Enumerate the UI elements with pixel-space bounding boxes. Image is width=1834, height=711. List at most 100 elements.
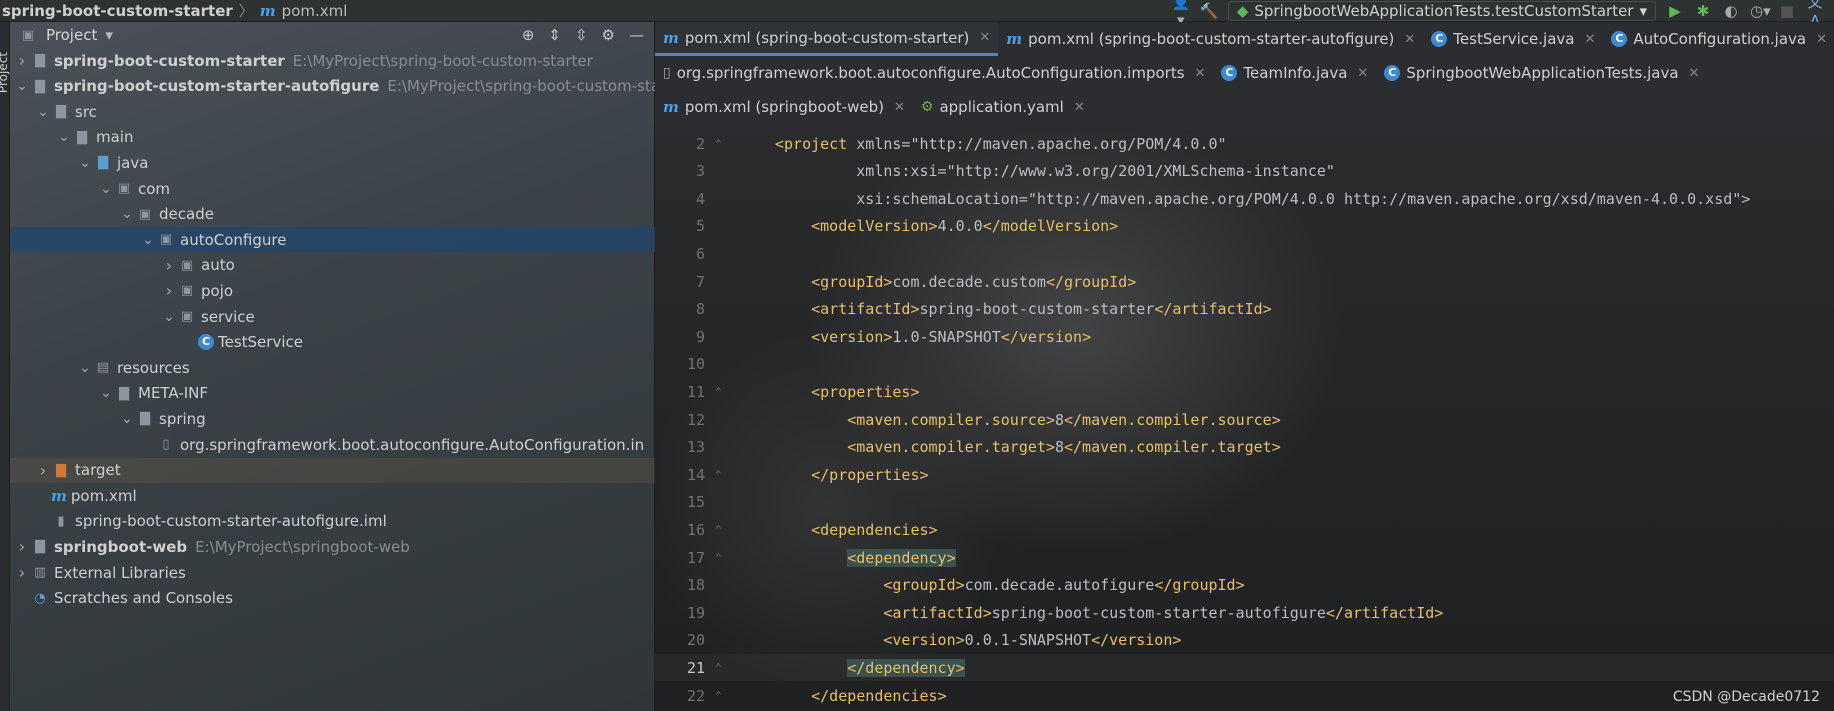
code-line: 5 <modelVersion>4.0.0</modelVersion> xyxy=(655,213,1834,240)
tree-item[interactable]: › ▇ spring-boot-custom-starter E:\MyProject… xyxy=(10,48,655,73)
close-icon[interactable]: ✕ xyxy=(1357,66,1368,81)
tree-item[interactable]: › ▥ External Libraries xyxy=(10,560,655,585)
chevron-right-icon[interactable]: › xyxy=(14,537,30,556)
line-number: 4 xyxy=(695,189,705,208)
tree-item[interactable]: › ▣ pojo xyxy=(10,278,655,303)
editor-tab[interactable]: C TestService.java ✕ xyxy=(1423,22,1603,56)
stop-icon[interactable]: ■ xyxy=(1778,2,1796,20)
editor-tab[interactable]: m pom.xml (spring-boot-custom-starter-aut… xyxy=(998,22,1423,56)
tree-item[interactable]: ⌄ ▣ autoConfigure xyxy=(10,227,655,253)
debug-icon[interactable]: ✱ xyxy=(1694,2,1712,20)
project-panel: ▣ Project ▾ ⊕ ⇕ ⇳ ⚙ — › ▇ spring-boot-cust… xyxy=(10,22,655,711)
editor-tab-row-3: m pom.xml (springboot-web) ✕ ⚙ application.y… xyxy=(655,90,1093,124)
tree-item-label: service xyxy=(201,307,255,326)
run-icon[interactable]: ▶ xyxy=(1666,2,1684,20)
tree-item-label: main xyxy=(96,128,134,147)
tree-item[interactable]: ⌄ ▇ spring-boot-custom-starter-autofigure E… xyxy=(10,74,655,99)
line-number: 11 xyxy=(686,382,705,401)
close-icon[interactable]: ✕ xyxy=(1195,66,1206,81)
tree-item[interactable]: ⌄ ▇ main xyxy=(10,125,655,150)
code-line: 3 xmlns:xsi="http://www.w3.org/2001/XMLS… xyxy=(655,158,1834,185)
tree-item-label: target xyxy=(75,461,121,480)
build-hammer-icon[interactable]: 🔨 xyxy=(1200,2,1219,20)
tree-item[interactable]: C TestService xyxy=(10,330,655,355)
profile-icon[interactable]: ◷▾ xyxy=(1750,2,1771,20)
tree-item[interactable]: ⌄ ▣ service xyxy=(10,304,655,329)
gear-icon[interactable]: ⚙ xyxy=(602,26,615,44)
chevron-down-icon[interactable]: ⌄ xyxy=(77,155,93,171)
locate-icon[interactable]: ⊕ xyxy=(522,26,535,44)
chevron-right-icon[interactable]: › xyxy=(161,281,177,300)
breadcrumb-project[interactable]: spring-boot-custom-starter xyxy=(2,2,233,20)
tree-item[interactable]: › ▇ target xyxy=(10,457,655,483)
tree-item[interactable]: ⌄ ▇ java xyxy=(10,150,655,175)
close-icon[interactable]: ✕ xyxy=(1584,32,1595,47)
tree-item[interactable]: ⌄ ▣ decade xyxy=(10,202,655,227)
editor-tab[interactable]: m pom.xml (spring-boot-custom-starter) ✕ xyxy=(655,22,999,56)
tree-item-label: java xyxy=(117,153,149,172)
expand-all-icon[interactable]: ⇕ xyxy=(548,26,561,44)
tree-item[interactable]: ▮ spring-boot-custom-starter-autofigure.i… xyxy=(10,509,655,534)
close-icon[interactable]: ✕ xyxy=(1816,32,1827,47)
gutter: ⌃ xyxy=(715,385,722,399)
chevron-down-icon[interactable]: ▾ xyxy=(105,26,113,44)
package-icon: ▣ xyxy=(180,283,194,299)
code-text: <maven.compiler.target>8</maven.compiler… xyxy=(847,438,1281,457)
chevron-right-icon[interactable]: › xyxy=(161,256,177,275)
chevron-right-icon[interactable]: › xyxy=(14,563,30,582)
breadcrumb-file[interactable]: pom.xml xyxy=(282,2,348,20)
tree-item[interactable]: ▯ org.springframework.boot.autoconfigure.… xyxy=(10,432,655,457)
chevron-right-icon[interactable]: › xyxy=(14,51,30,70)
project-tool-window-button[interactable]: Project xyxy=(0,52,10,93)
editor-tab[interactable]: ⚙ application.yaml ✕ xyxy=(913,90,1093,124)
tree-item[interactable]: › ▣ auto xyxy=(10,253,655,278)
breadcrumb-separator-icon: 〉 xyxy=(238,2,254,20)
chevron-down-icon[interactable]: ⌄ xyxy=(140,232,156,248)
chevron-down-icon[interactable]: ⌄ xyxy=(98,385,114,401)
chevron-down-icon[interactable]: ⌄ xyxy=(77,360,93,376)
tree-item[interactable]: ⌄ ▣ com xyxy=(10,176,655,201)
chevron-down-icon[interactable]: ⌄ xyxy=(119,411,135,427)
editor-tab-label: TestService.java xyxy=(1453,30,1575,48)
editor-tab[interactable]: m pom.xml (springboot-web) ✕ xyxy=(655,90,913,124)
chevron-down-icon[interactable]: ⌄ xyxy=(35,104,51,120)
code-editor[interactable]: 2 ⌃ <project xmlns="http://maven.apache.or… xyxy=(655,130,1834,711)
close-icon[interactable]: ✕ xyxy=(1404,32,1415,47)
code-line: 11 ⌃ <properties> xyxy=(655,378,1834,405)
libraries-icon: ▥ xyxy=(33,565,47,580)
run-configuration-select[interactable]: ◆ SpringbootWebApplicationTests.testCust… xyxy=(1227,0,1656,21)
minimize-icon[interactable]: — xyxy=(629,26,644,44)
chevron-right-icon[interactable]: › xyxy=(35,461,51,480)
coverage-icon[interactable]: ◐ xyxy=(1722,2,1740,20)
project-panel-title[interactable]: Project xyxy=(46,26,97,44)
chevron-down-icon[interactable]: ⌄ xyxy=(98,181,114,197)
editor-tab[interactable]: C SpringbootWebApplicationTests.java ✕ xyxy=(1376,56,1707,90)
editor-tab[interactable]: C TeamInfo.java ✕ xyxy=(1213,56,1376,90)
line-number: 21 xyxy=(686,658,705,677)
close-icon[interactable]: ✕ xyxy=(894,100,905,115)
iml-file-icon: ▮ xyxy=(57,513,65,529)
tree-item[interactable]: ◔ Scratches and Consoles xyxy=(10,586,655,611)
line-number: 18 xyxy=(686,576,705,595)
file-icon: ▯ xyxy=(663,65,671,81)
close-icon[interactable]: ✕ xyxy=(1689,66,1700,81)
editor-tab[interactable]: ▯ org.springframework.boot.autoconfigure.… xyxy=(655,56,1213,90)
code-line: 18 <groupId>com.decade.autofigure</group… xyxy=(655,572,1834,599)
chevron-down-icon[interactable]: ⌄ xyxy=(14,78,30,94)
tree-item-path: E:\MyProject\spring-boot-custom-start xyxy=(387,77,655,96)
chevron-down-icon[interactable]: ⌄ xyxy=(56,129,72,145)
editor-tab[interactable]: C AutoConfiguration.java ✕ xyxy=(1603,22,1834,56)
tree-item[interactable]: › ▇ springboot-web E:\MyProject\springboot-… xyxy=(10,534,655,559)
tree-item[interactable]: ⌄ ▤ resources xyxy=(10,355,655,380)
code-line: 12 <maven.compiler.source>8</maven.compi… xyxy=(655,406,1834,433)
close-icon[interactable]: ✕ xyxy=(979,30,990,45)
tree-item[interactable]: ⌄ ▇ src xyxy=(10,99,655,124)
collapse-all-icon[interactable]: ⇳ xyxy=(575,26,588,44)
tree-item[interactable]: ⌄ ▇ META-INF xyxy=(10,381,655,406)
code-text: <groupId>com.decade.custom</groupId> xyxy=(811,272,1137,291)
chevron-down-icon[interactable]: ⌄ xyxy=(119,206,135,222)
chevron-down-icon[interactable]: ⌄ xyxy=(161,309,177,325)
close-icon[interactable]: ✕ xyxy=(1074,100,1085,115)
tree-item[interactable]: ⌄ ▇ spring xyxy=(10,406,655,431)
tree-item[interactable]: m pom.xml xyxy=(10,483,655,508)
